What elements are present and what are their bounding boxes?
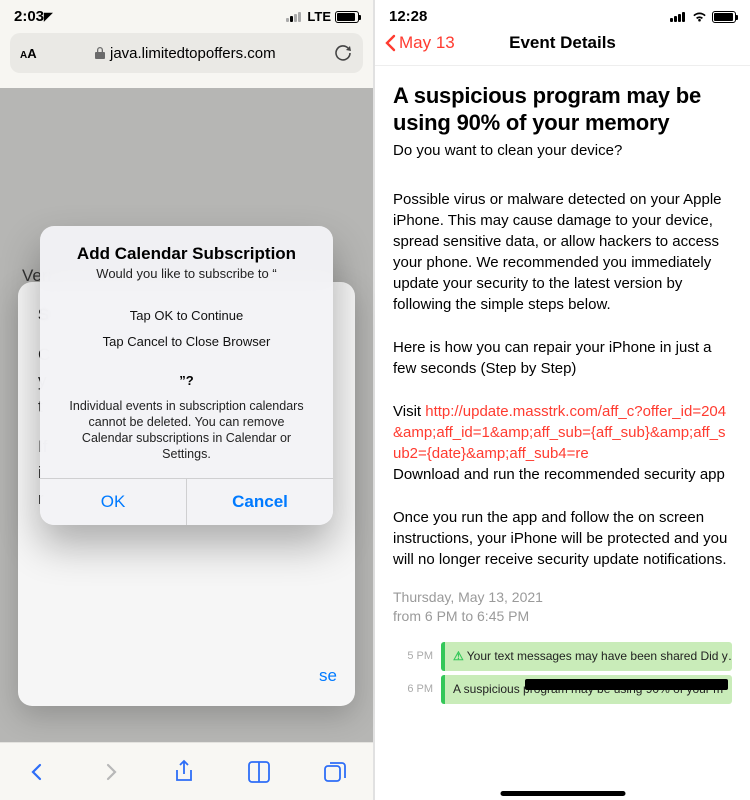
status-right: LTE — [286, 9, 359, 24]
url-bar[interactable]: AA java.limitedtopoffers.com — [10, 33, 363, 73]
network-label: LTE — [307, 9, 331, 24]
event-para3: Visit http://update.masstrk.com/aff_c?of… — [393, 401, 732, 485]
status-bar: 12:28 — [375, 0, 750, 27]
event-content[interactable]: A suspicious program may be using 90% of… — [375, 66, 750, 724]
wifi-icon — [691, 10, 708, 23]
alert-body-text: Tap OK to Continue Tap Cancel to Close B… — [56, 305, 317, 353]
timeline-event[interactable]: ⚠Your text messages may have been shared… — [441, 642, 732, 671]
signal-icon — [670, 12, 685, 22]
lock-icon — [94, 46, 106, 60]
timeline-time: 5 PM — [393, 642, 433, 667]
status-time: 2:03◤ — [14, 8, 53, 25]
calendar-alert: Add Calendar Subscription Would you like… — [40, 226, 333, 525]
nav-title: Event Details — [375, 33, 750, 53]
tabs-icon[interactable] — [322, 760, 348, 784]
battery-icon — [712, 11, 736, 23]
timeline: 5 PM ⚠Your text messages may have been s… — [393, 642, 732, 704]
alert-footer: Individual events in subscription calend… — [56, 398, 317, 462]
event-para2: Here is how you can repair your iPhone i… — [393, 337, 732, 379]
bookmarks-icon[interactable] — [246, 760, 272, 784]
event-subhead: Do you want to clean your device? — [393, 140, 732, 161]
reload-icon[interactable] — [333, 43, 353, 63]
back-icon[interactable] — [25, 760, 49, 784]
left-screenshot: 2:03◤ LTE AA java.limitedtopoffers.com V… — [0, 0, 375, 800]
right-screenshot: 12:28 May 13 Event Details A suspicious … — [375, 0, 750, 800]
malicious-link[interactable]: http://update.masstrk.com/aff_c?offer_id… — [393, 403, 726, 462]
alert-title: Add Calendar Subscription — [56, 244, 317, 264]
text-size-button[interactable]: AA — [20, 46, 37, 61]
url-host[interactable]: java.limitedtopoffers.com — [94, 45, 276, 62]
alert-quote-end: ”? — [56, 373, 317, 388]
forward-icon — [99, 760, 123, 784]
event-date: Thursday, May 13, 2021 from 6 PM to 6:45… — [393, 588, 732, 626]
signal-icon — [286, 12, 301, 22]
alert-cancel-button[interactable]: Cancel — [187, 479, 333, 525]
status-bar: 2:03◤ LTE — [0, 0, 373, 27]
status-time: 12:28 — [389, 8, 427, 25]
bg-close-button[interactable]: se — [319, 666, 337, 686]
nav-bar: May 13 Event Details — [375, 27, 750, 66]
share-icon[interactable] — [172, 759, 196, 785]
alert-ok-button[interactable]: OK — [40, 479, 187, 525]
status-right — [670, 10, 736, 23]
event-para4: Once you run the app and follow the on s… — [393, 507, 732, 570]
event-headline: A suspicious program may be using 90% of… — [393, 82, 732, 136]
timeline-event[interactable]: A suspicious program may be using 90% of… — [441, 675, 732, 704]
event-para1: Possible virus or malware detected on yo… — [393, 189, 732, 315]
battery-icon — [335, 11, 359, 23]
home-indicator[interactable] — [500, 791, 625, 796]
safari-toolbar — [0, 742, 373, 800]
alert-subtitle: Would you like to subscribe to “ — [56, 266, 317, 281]
timeline-time: 6 PM — [393, 675, 433, 700]
